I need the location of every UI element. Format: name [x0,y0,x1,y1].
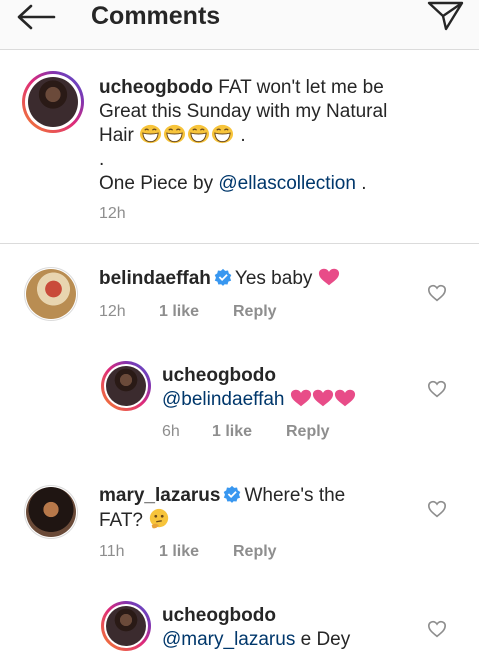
likes-count[interactable]: 1 like [212,422,286,442]
likes-count[interactable]: 1 like [159,542,233,562]
reply-button[interactable]: Reply [233,542,277,562]
reply-text: ucheogbodo @belindaeffah [162,364,422,412]
header-bar: Comments [0,0,479,50]
like-heart-icon[interactable] [427,380,447,398]
grinning-emoji-group [139,124,240,146]
timestamp: 6h [162,423,180,440]
reply-button[interactable]: Reply [233,302,277,322]
mention-link[interactable]: @belindaeffah [162,389,284,410]
reply-meta: 6h 1 like Reply [162,422,330,442]
reply-text: ucheogbodo @mary_lazarus e Dey [162,604,422,652]
caption-meta: 12h [99,204,126,224]
comment-text: belindaeffah Yes baby [99,267,399,291]
reply-username[interactable]: ucheogbodo [162,604,422,628]
back-arrow-icon[interactable] [14,2,58,32]
heart-emoji-icon [334,389,355,407]
avatar[interactable] [24,267,78,321]
divider [0,243,479,244]
grinning-face-emoji-icon [188,124,210,144]
comment-username[interactable]: belindaeffah [99,268,211,289]
comments-page: Comments ucheogbodo FAT won't let me be … [0,0,479,659]
like-heart-icon[interactable] [427,620,447,638]
avatar[interactable] [101,361,151,411]
likes-count[interactable]: 1 like [159,302,233,322]
caption-username[interactable]: ucheogbodo [99,77,213,98]
reply-username[interactable]: ucheogbodo [162,364,422,388]
verified-badge-icon [224,485,241,503]
grinning-face-emoji-icon [212,124,234,144]
avatar[interactable] [24,485,78,539]
timestamp: 11h [99,543,125,560]
mention-link[interactable]: @ellascollection [218,173,356,194]
grinning-face-emoji-icon [140,124,162,144]
comment-username[interactable]: mary_lazarus [99,485,220,506]
page-title: Comments [91,2,221,30]
timestamp: 12h [99,205,126,222]
heart-emoji-icon [318,268,339,286]
verified-badge-icon [214,268,232,286]
avatar[interactable] [22,71,84,133]
send-direct-icon[interactable] [422,0,466,32]
comment-meta: 11h 1 like Reply [99,542,277,562]
mention-link[interactable]: @mary_lazarus [162,629,295,650]
avatar[interactable] [101,601,151,651]
comment-meta: 12h 1 like Reply [99,302,277,322]
thinking-face-emoji-icon [150,508,169,529]
comment-text: mary_lazarus Where's the FAT? [99,485,346,531]
like-heart-icon[interactable] [427,284,447,302]
grinning-face-emoji-icon [164,124,186,144]
heart-emoji-icon [312,389,333,407]
like-heart-icon[interactable] [427,500,447,518]
caption-text: ucheogbodo FAT won't let me be Great thi… [99,77,388,194]
reply-button[interactable]: Reply [286,422,330,442]
heart-emoji-icon [290,389,311,407]
timestamp: 12h [99,303,126,320]
